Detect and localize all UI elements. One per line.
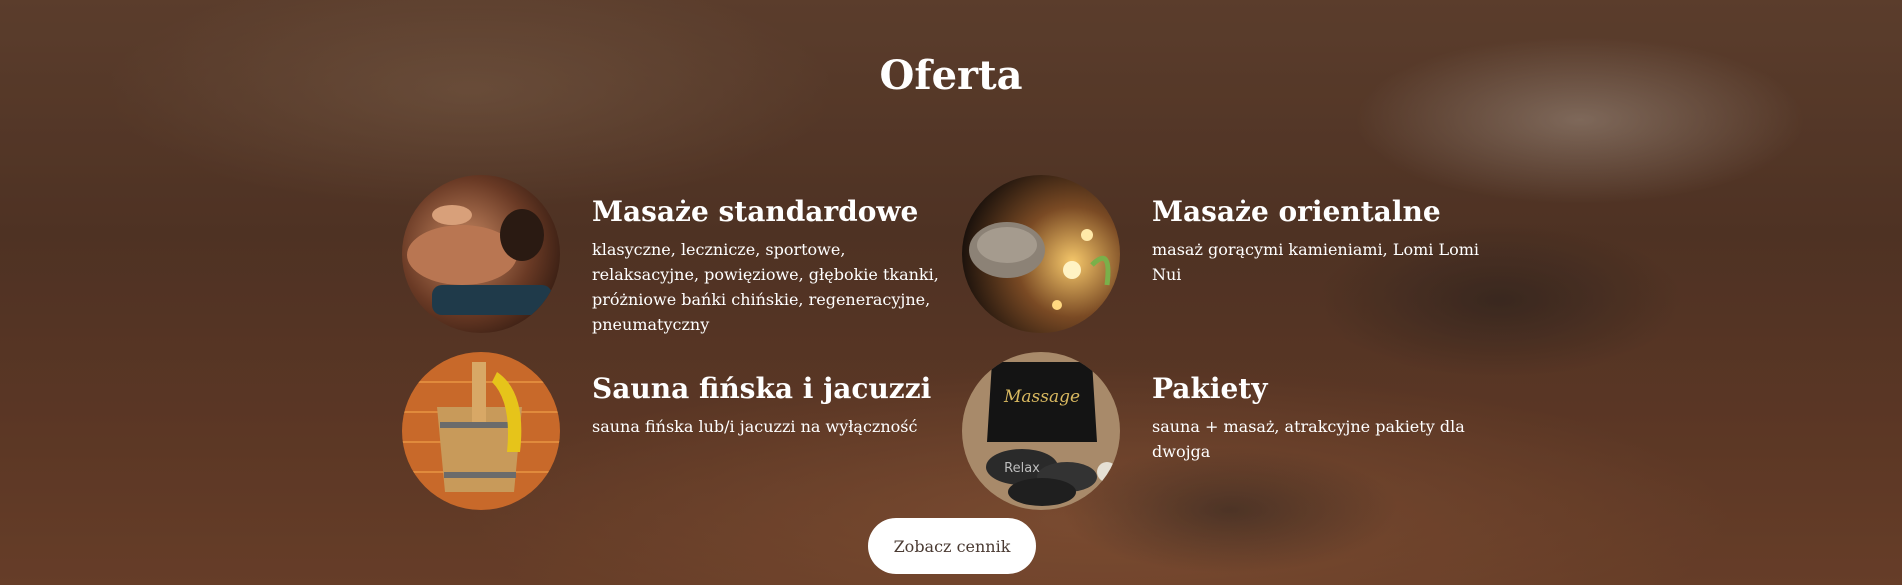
offer-description: sauna + masaż, atrakcyjne pakiety dla dw…	[1152, 417, 1465, 461]
offer-description: masaż gorącymi kamieniami, Lomi Lomi Nui	[1152, 240, 1480, 284]
offer-title: Sauna fińska i jacuzzi	[592, 372, 932, 405]
massage-photo-icon	[402, 175, 560, 333]
relax-stones-photo-icon: Massage Relax	[962, 352, 1120, 510]
view-price-list-button[interactable]: Zobacz cennik	[868, 518, 1036, 574]
offer-title: Masaże standardowe	[592, 195, 919, 228]
offer-item-standard-massage: Masaże standardowe klasyczne, lecznicze,…	[402, 175, 962, 335]
offer-title: Masaże orientalne	[1152, 195, 1441, 228]
offer-item-sauna-jacuzzi: Sauna fińska i jacuzzi sauna fińska lub/…	[402, 352, 962, 512]
offer-description: sauna fińska lub/i jacuzzi na wyłączność	[592, 417, 918, 436]
offer-title: Pakiety	[1152, 372, 1268, 405]
bag-text: Massage	[1003, 387, 1080, 407]
stone-text: Relax	[1004, 461, 1040, 476]
sauna-bucket-photo-icon	[402, 352, 560, 510]
section-title: Oferta	[879, 52, 1023, 99]
offer-description: klasyczne, lecznicze, sportowe, relaksac…	[592, 240, 939, 334]
offer-item-packages: Massage Relax Pakiety sauna + masaż, atr…	[962, 352, 1522, 512]
offer-item-oriental-massage: Masaże orientalne masaż gorącymi kamieni…	[962, 175, 1522, 335]
candles-towels-photo-icon	[962, 175, 1120, 333]
